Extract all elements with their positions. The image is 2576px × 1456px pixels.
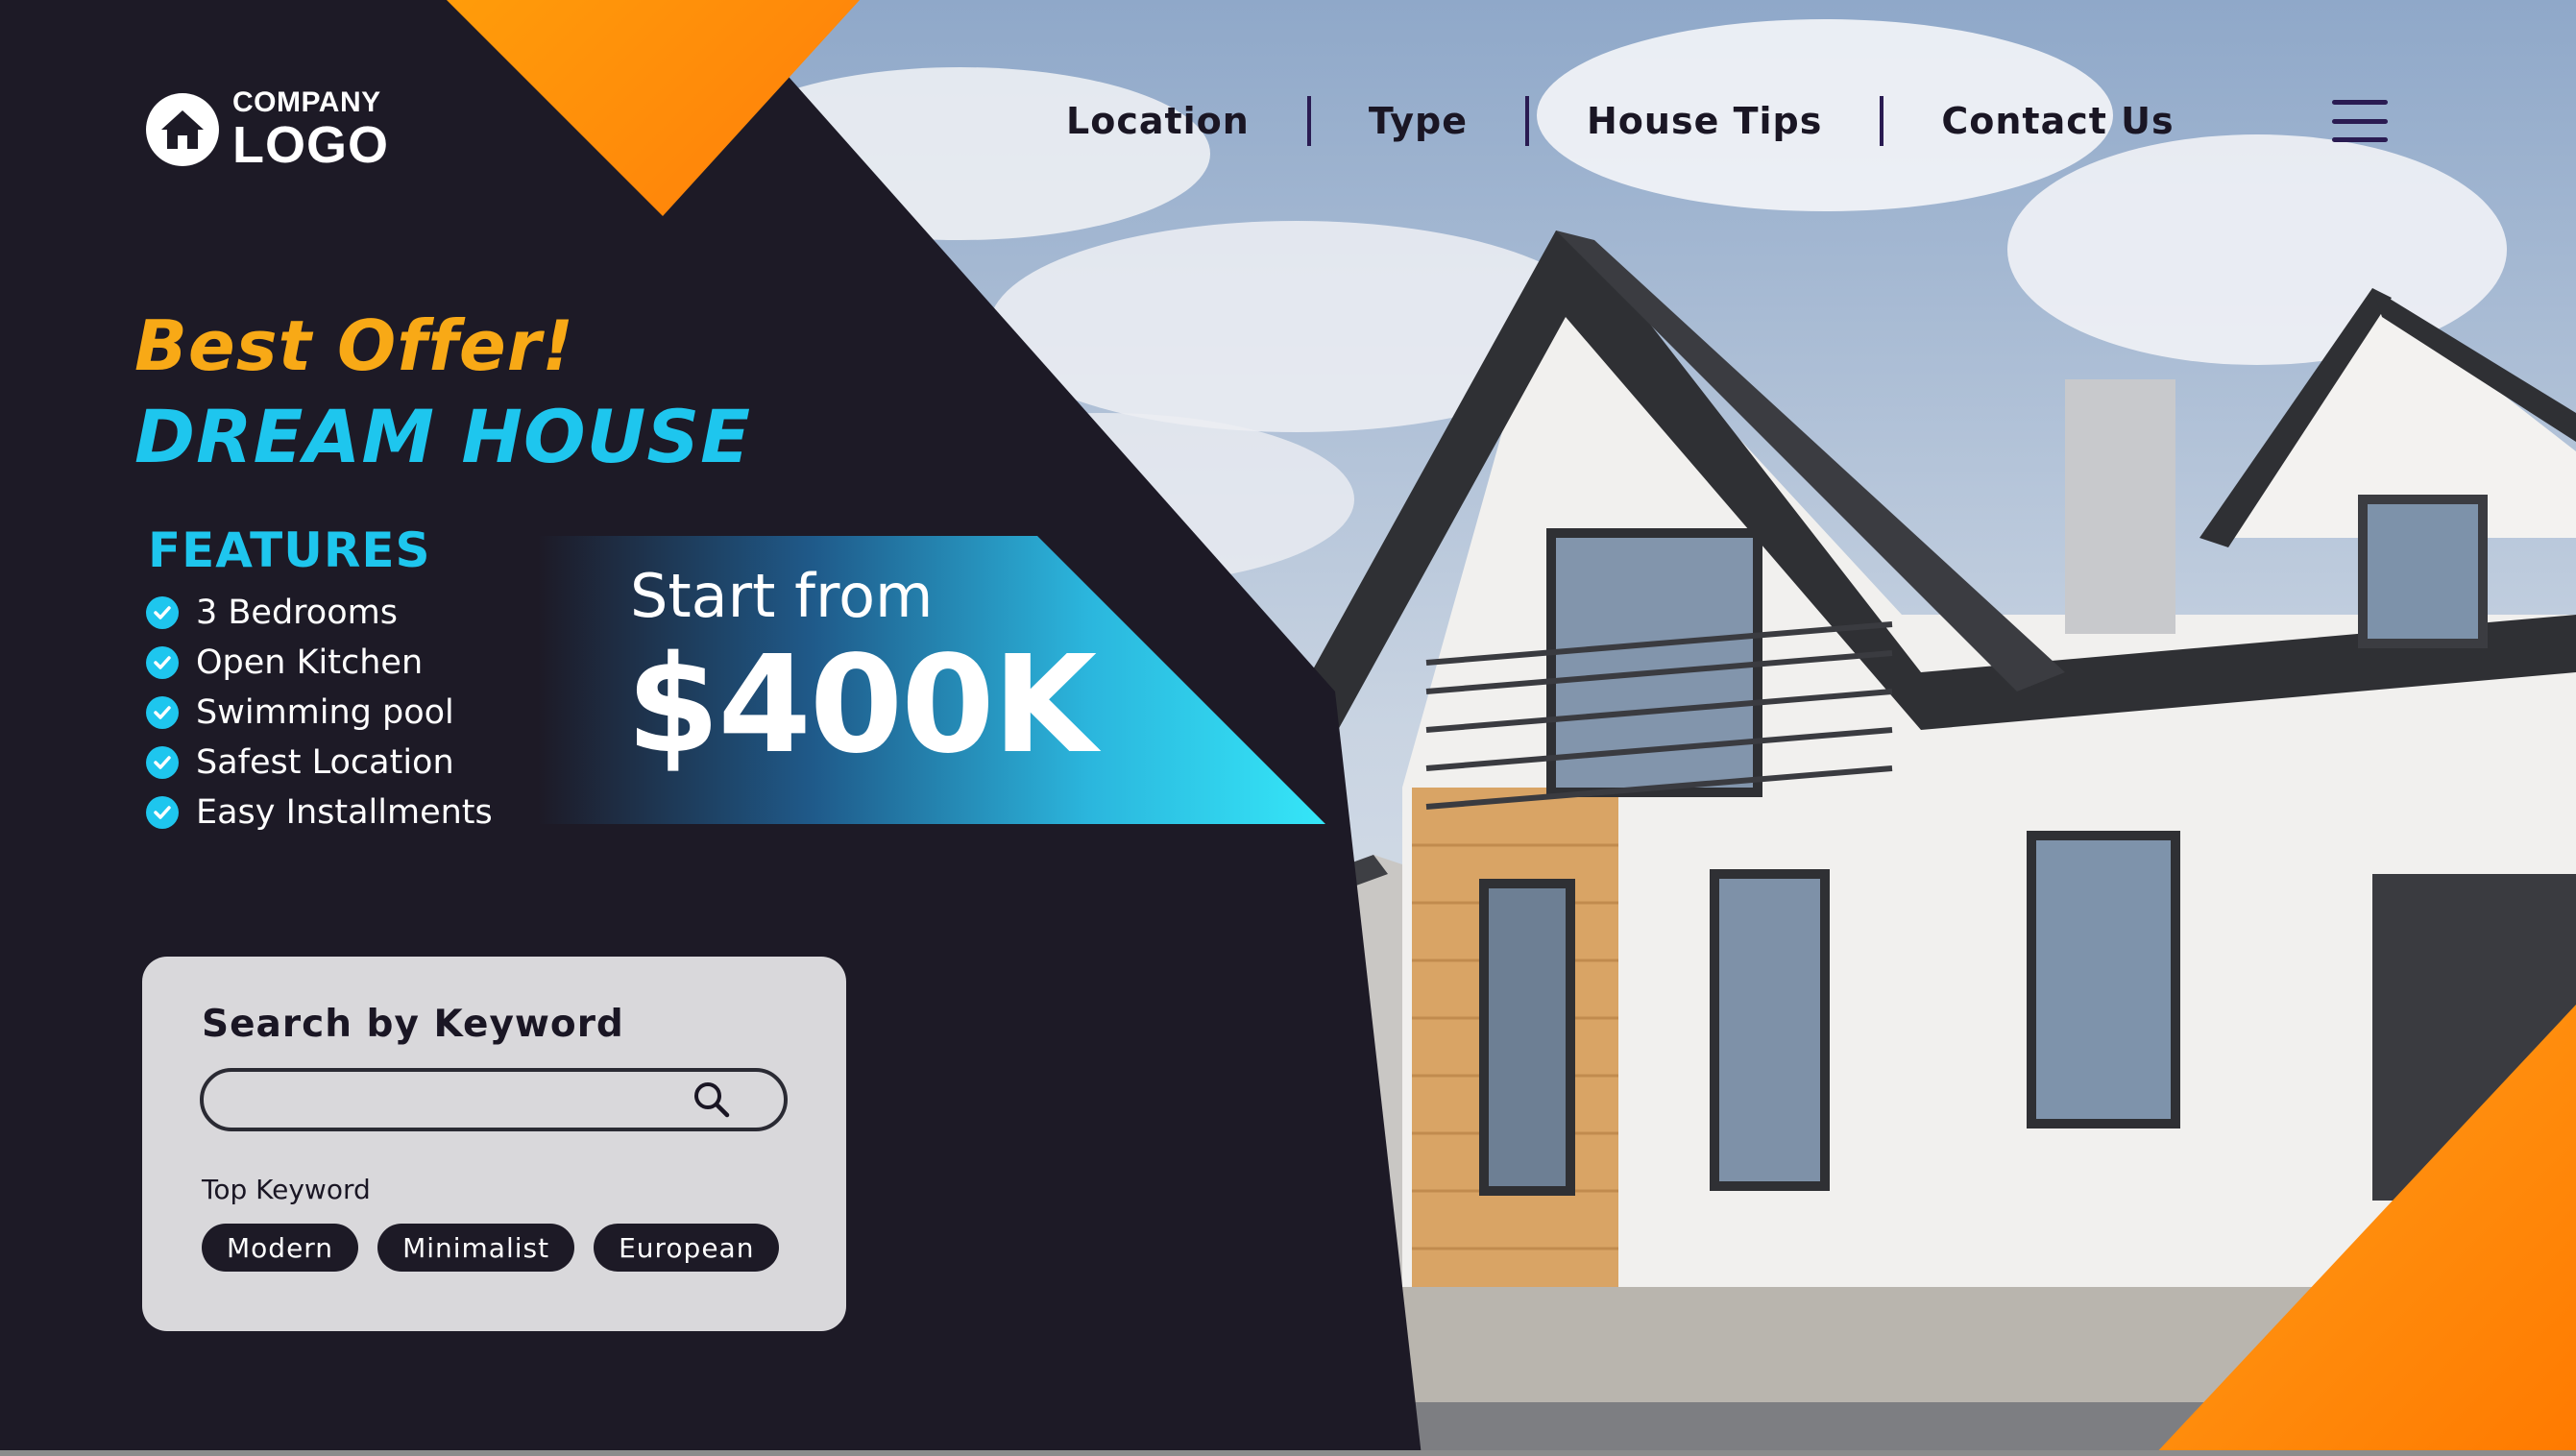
keyword-chips: Modern Minimalist European (202, 1224, 780, 1272)
check-icon (146, 746, 179, 779)
feature-label: Swimming pool (196, 693, 454, 732)
check-icon (146, 796, 179, 829)
top-keyword-label: Top Keyword (202, 1174, 371, 1205)
feature-item: Swimming pool (146, 688, 493, 738)
company-logo[interactable]: COMPANY LOGO (146, 88, 389, 171)
logo-line-1: COMPANY (232, 86, 381, 118)
nav-item-type[interactable]: Type (1369, 100, 1468, 142)
price-value: $400K (626, 627, 1097, 784)
nav-divider (1525, 96, 1529, 146)
logo-text: COMPANY LOGO (232, 86, 389, 174)
search-icon[interactable] (688, 1076, 736, 1124)
feature-item: Easy Installments (146, 788, 493, 837)
keyword-chip-modern[interactable]: Modern (202, 1224, 359, 1272)
price-prefix: Start from (630, 561, 934, 631)
nav-item-house-tips[interactable]: House Tips (1587, 100, 1822, 142)
logo-line-2: LOGO (232, 116, 389, 174)
feature-item: 3 Bedrooms (146, 588, 493, 638)
search-title: Search by Keyword (202, 1003, 624, 1046)
features-title: FEATURES (148, 522, 431, 578)
nav-item-location[interactable]: Location (1066, 100, 1250, 142)
search-input[interactable] (204, 1072, 688, 1128)
landing-page: COMPANY LOGO Location Type House Tips Co… (0, 0, 2576, 1456)
headline-dream-house: DREAM HOUSE (134, 394, 752, 479)
feature-label: Open Kitchen (196, 643, 424, 682)
keyword-chip-minimalist[interactable]: Minimalist (377, 1224, 575, 1272)
bottom-divider (0, 1450, 2576, 1456)
check-icon (146, 596, 179, 629)
feature-item: Open Kitchen (146, 638, 493, 688)
nav-divider (1306, 96, 1311, 146)
feature-item: Safest Location (146, 738, 493, 788)
check-icon (146, 696, 179, 729)
feature-label: 3 Bedrooms (196, 594, 398, 632)
feature-label: Easy Installments (196, 793, 493, 832)
feature-label: Safest Location (196, 743, 454, 782)
search-card: Search by Keyword Top Keyword Modern Min… (142, 957, 846, 1331)
house-icon (146, 93, 219, 166)
headline-best-offer: Best Offer! (134, 305, 575, 386)
main-nav: Location Type House Tips Contact Us (1066, 92, 2175, 150)
nav-divider (1880, 96, 1884, 146)
features-list: 3 Bedrooms Open Kitchen Swimming pool Sa… (146, 588, 493, 837)
search-box[interactable] (200, 1068, 788, 1131)
nav-item-contact-us[interactable]: Contact Us (1941, 100, 2174, 142)
hamburger-menu-icon[interactable] (2332, 100, 2388, 142)
check-icon (146, 646, 179, 679)
keyword-chip-european[interactable]: European (594, 1224, 780, 1272)
